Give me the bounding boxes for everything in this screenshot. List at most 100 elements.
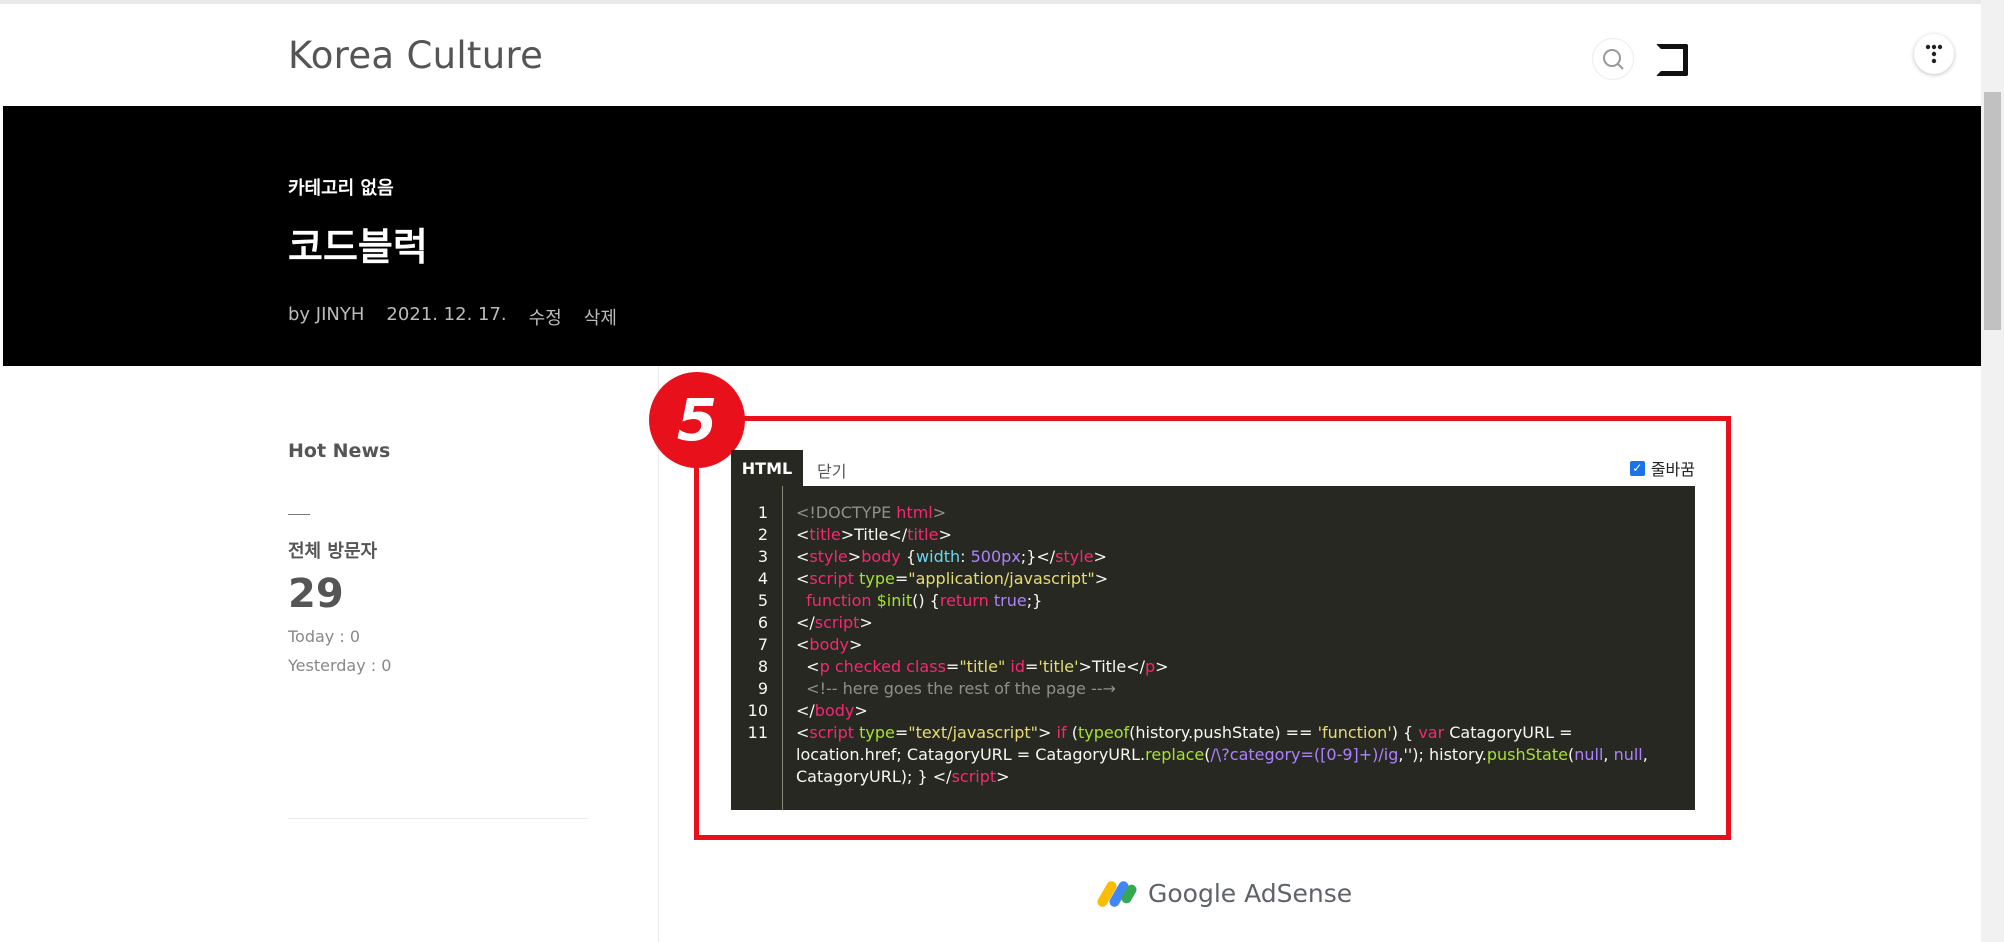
post-author: by JINYH	[288, 304, 365, 325]
code-token: pushState	[1486, 745, 1568, 764]
adsense-banner[interactable]: Google AdSense	[1095, 878, 1352, 909]
code-token: >Title</	[1078, 657, 1146, 676]
code-token: "text/javascript"	[908, 723, 1039, 742]
sidebar: Hot News 전체 방문자 29 Today : 0 Yesterday :…	[288, 440, 588, 675]
line-wrap-toggle[interactable]: ✓ 줄바꿈	[1629, 456, 1695, 480]
code-token: <	[796, 547, 810, 566]
code-token: title	[907, 525, 939, 544]
tistory-button[interactable]	[1914, 34, 1954, 74]
code-token: script	[809, 569, 860, 588]
code-token: </	[796, 701, 815, 720]
scrollbar-thumb[interactable]	[1984, 92, 2001, 330]
code-line: <script type="text/javascript"> if (type…	[796, 722, 1675, 744]
code-token: CatagoryURL); } </	[796, 767, 952, 786]
code-line: <style>body {width: 500px;}</style>	[796, 546, 1675, 568]
code-token: <	[796, 525, 810, 544]
code-token: =	[1025, 657, 1039, 676]
adsense-logo-icon	[1095, 878, 1139, 909]
code-token: style	[1055, 547, 1094, 566]
code-token: ;}</	[1020, 547, 1056, 566]
code-block-tabs: HTML 닫기 ✓ 줄바꿈	[731, 450, 1695, 486]
line-number: 1	[757, 503, 768, 522]
code-token: null	[1613, 745, 1643, 764]
code-token: <!-- here goes the rest of the page --→	[796, 679, 1116, 698]
code-token: 'title'	[1038, 657, 1079, 676]
code-token: $init	[876, 591, 913, 610]
today-count: Today : 0	[288, 627, 361, 646]
yesterday-count: Yesterday : 0	[288, 656, 392, 675]
close-button[interactable]: 닫기	[817, 458, 846, 482]
code-line: </script>	[796, 612, 1675, 634]
code-token: >	[1093, 547, 1107, 566]
code-token: html	[896, 503, 933, 522]
code-token: <!DOCTYPE	[796, 503, 897, 522]
code-token: >	[1038, 723, 1057, 742]
line-number: 3	[757, 547, 768, 566]
visitors-label: 전체 방문자	[288, 541, 378, 562]
code-token: style	[809, 547, 848, 566]
code-token: ,	[1603, 745, 1614, 764]
line-number: 10	[747, 701, 768, 720]
code-token: title	[809, 525, 841, 544]
line-number: 7	[757, 635, 768, 654]
code-token: >	[848, 635, 863, 654]
site-title[interactable]: Korea Culture	[288, 34, 543, 77]
code-token: :	[960, 547, 971, 566]
hot-news-heading: Hot News	[288, 440, 391, 462]
code-token: p	[1145, 657, 1156, 676]
tab-html[interactable]: HTML	[731, 450, 803, 486]
code-token: >	[1155, 657, 1169, 676]
code-token: {	[905, 547, 917, 566]
code-token: location.href; CatagoryURL = CatagoryURL…	[796, 745, 1146, 764]
code-editor[interactable]: 1 2 3 4 5 6 7 8 9 10 11 <!DOCTYPE html> <title>Titl…	[731, 486, 1695, 810]
code-token: 500px	[970, 547, 1021, 566]
code-token: =	[894, 569, 909, 588]
delete-link[interactable]: 삭제	[584, 304, 617, 330]
code-line: <body>	[796, 634, 1675, 656]
code-token: ,''); history.	[1398, 745, 1487, 764]
code-token: >Title</	[840, 525, 908, 544]
code-token: null	[1574, 745, 1604, 764]
post-category[interactable]: 카테고리 없음	[288, 174, 394, 200]
code-token: if	[1056, 723, 1072, 742]
code-token: <	[796, 635, 810, 654]
divider	[288, 514, 310, 515]
scrollbar[interactable]	[1981, 0, 2004, 942]
code-token: true	[993, 591, 1027, 610]
code-token: </	[796, 613, 815, 632]
code-line: <title>Title</title>	[796, 524, 1675, 546]
code-token: <	[796, 657, 820, 676]
code-token: function	[806, 591, 877, 610]
code-token: width	[916, 547, 961, 566]
code-content: <!DOCTYPE html> <title>Title</title> <styl…	[796, 502, 1675, 788]
line-wrap-label: 줄바꿈	[1650, 460, 1695, 479]
code-token: return	[939, 591, 994, 610]
code-token: >	[1094, 569, 1109, 588]
code-token: type	[859, 569, 895, 588]
code-token: >	[996, 767, 1010, 786]
search-button[interactable]	[1592, 38, 1634, 80]
code-line: </body>	[796, 700, 1675, 722]
code-token: script	[951, 767, 997, 786]
tistory-icon	[1925, 44, 1943, 64]
line-number: 6	[757, 613, 768, 632]
code-token: <	[796, 723, 810, 742]
code-line: <!-- here goes the rest of the page --→	[796, 678, 1675, 700]
menu-icon[interactable]	[1656, 44, 1688, 76]
code-token: 'function'	[1317, 723, 1392, 742]
line-number: 11	[747, 723, 768, 742]
line-wrap-checkbox[interactable]: ✓	[1629, 460, 1645, 476]
line-number: 5	[757, 591, 768, 610]
code-token: >	[854, 701, 868, 720]
edit-link[interactable]: 수정	[529, 304, 562, 330]
site-header: Korea Culture	[0, 0, 1981, 106]
code-token: body	[809, 635, 849, 654]
code-token: typeof	[1077, 723, 1130, 742]
code-line: location.href; CatagoryURL = CatagoryURL…	[796, 744, 1675, 766]
post-title: 코드블럭	[288, 225, 428, 269]
post-hero: 카테고리 없음 코드블럭 by JINYH 2021. 12. 17. 수정 삭…	[3, 106, 1981, 366]
code-token: id	[1010, 657, 1026, 676]
code-token: >	[938, 525, 952, 544]
code-token: >	[847, 547, 862, 566]
